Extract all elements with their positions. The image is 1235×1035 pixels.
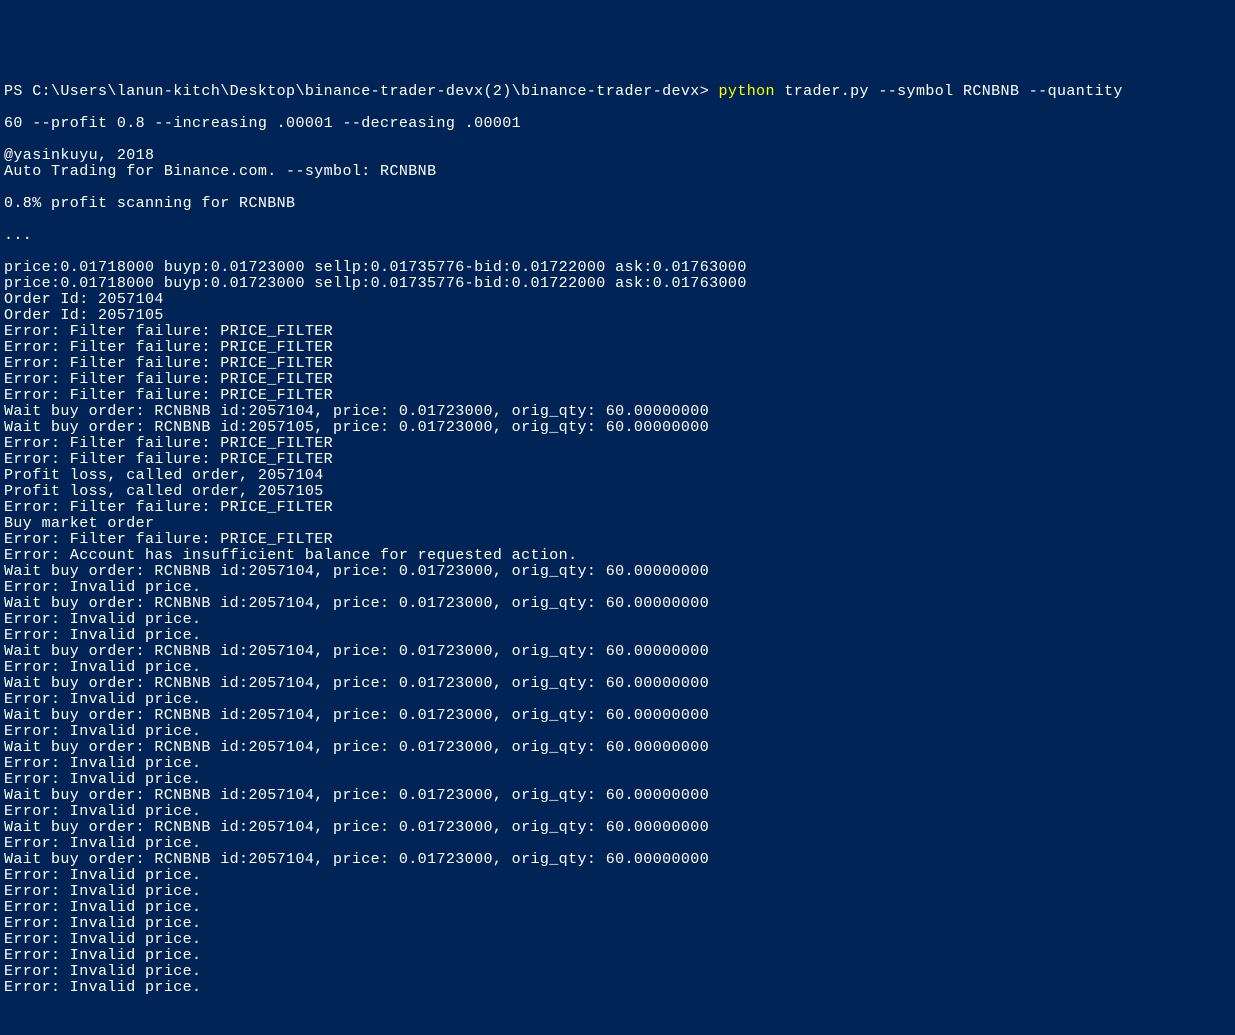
output-line: ... (4, 228, 1231, 244)
output-line: Error: Invalid price. (4, 692, 1231, 708)
output-line (4, 244, 1231, 260)
output-line: Error: Invalid price. (4, 884, 1231, 900)
output-line: Wait buy order: RCNBNB id:2057104, price… (4, 708, 1231, 724)
output-line: Error: Invalid price. (4, 772, 1231, 788)
output-line: Error: Invalid price. (4, 980, 1231, 996)
output-line: Error: Invalid price. (4, 916, 1231, 932)
output-line: 0.8% profit scanning for RCNBNB (4, 196, 1231, 212)
terminal-output: @yasinkuyu, 2018Auto Trading for Binance… (4, 148, 1231, 996)
output-line: Wait buy order: RCNBNB id:2057104, price… (4, 788, 1231, 804)
output-line: Error: Filter failure: PRICE_FILTER (4, 388, 1231, 404)
powershell-prompt: PS C:\Users\lanun-kitch\Desktop\binance-… (4, 83, 719, 100)
output-line: Error: Invalid price. (4, 836, 1231, 852)
output-line: Error: Invalid price. (4, 724, 1231, 740)
output-line: Error: Invalid price. (4, 964, 1231, 980)
output-line: Error: Invalid price. (4, 660, 1231, 676)
output-line: Profit loss, called order, 2057105 (4, 484, 1231, 500)
output-line: Error: Invalid price. (4, 932, 1231, 948)
output-line: price:0.01718000 buyp:0.01723000 sellp:0… (4, 276, 1231, 292)
output-line (4, 180, 1231, 196)
output-line: Error: Account has insufficient balance … (4, 548, 1231, 564)
output-line: Auto Trading for Binance.com. --symbol: … (4, 164, 1231, 180)
output-line: Error: Invalid price. (4, 612, 1231, 628)
terminal-window[interactable]: PS C:\Users\lanun-kitch\Desktop\binance-… (4, 68, 1231, 955)
output-line: Buy market order (4, 516, 1231, 532)
output-line: Profit loss, called order, 2057104 (4, 468, 1231, 484)
output-line: Error: Filter failure: PRICE_FILTER (4, 324, 1231, 340)
output-line: price:0.01718000 buyp:0.01723000 sellp:0… (4, 260, 1231, 276)
output-line: Error: Invalid price. (4, 804, 1231, 820)
command-args-2: 60 --profit 0.8 --increasing .00001 --de… (4, 116, 1231, 132)
output-line: Order Id: 2057105 (4, 308, 1231, 324)
output-line (4, 212, 1231, 228)
output-line: Error: Invalid price. (4, 756, 1231, 772)
output-line: Wait buy order: RCNBNB id:2057104, price… (4, 564, 1231, 580)
output-line: Error: Invalid price. (4, 580, 1231, 596)
output-line: Wait buy order: RCNBNB id:2057104, price… (4, 596, 1231, 612)
output-line: Error: Invalid price. (4, 900, 1231, 916)
output-line: Wait buy order: RCNBNB id:2057104, price… (4, 852, 1231, 868)
output-line: Order Id: 2057104 (4, 292, 1231, 308)
output-line: Wait buy order: RCNBNB id:2057104, price… (4, 676, 1231, 692)
output-line: Wait buy order: RCNBNB id:2057104, price… (4, 740, 1231, 756)
command-line-1: PS C:\Users\lanun-kitch\Desktop\binance-… (4, 84, 1231, 100)
output-line: Error: Filter failure: PRICE_FILTER (4, 436, 1231, 452)
output-line: Error: Invalid price. (4, 868, 1231, 884)
output-line: Error: Invalid price. (4, 948, 1231, 964)
output-line: @yasinkuyu, 2018 (4, 148, 1231, 164)
output-line: Wait buy order: RCNBNB id:2057105, price… (4, 420, 1231, 436)
output-line: Wait buy order: RCNBNB id:2057104, price… (4, 644, 1231, 660)
output-line: Error: Filter failure: PRICE_FILTER (4, 356, 1231, 372)
python-command: python (719, 83, 785, 100)
output-line: Error: Filter failure: PRICE_FILTER (4, 452, 1231, 468)
output-line: Error: Filter failure: PRICE_FILTER (4, 532, 1231, 548)
output-line: Error: Filter failure: PRICE_FILTER (4, 500, 1231, 516)
output-line: Wait buy order: RCNBNB id:2057104, price… (4, 404, 1231, 420)
output-line: Error: Filter failure: PRICE_FILTER (4, 340, 1231, 356)
output-line: Error: Invalid price. (4, 628, 1231, 644)
command-args-1: trader.py --symbol RCNBNB --quantity (784, 83, 1122, 100)
output-line: Error: Filter failure: PRICE_FILTER (4, 372, 1231, 388)
output-line: Wait buy order: RCNBNB id:2057104, price… (4, 820, 1231, 836)
